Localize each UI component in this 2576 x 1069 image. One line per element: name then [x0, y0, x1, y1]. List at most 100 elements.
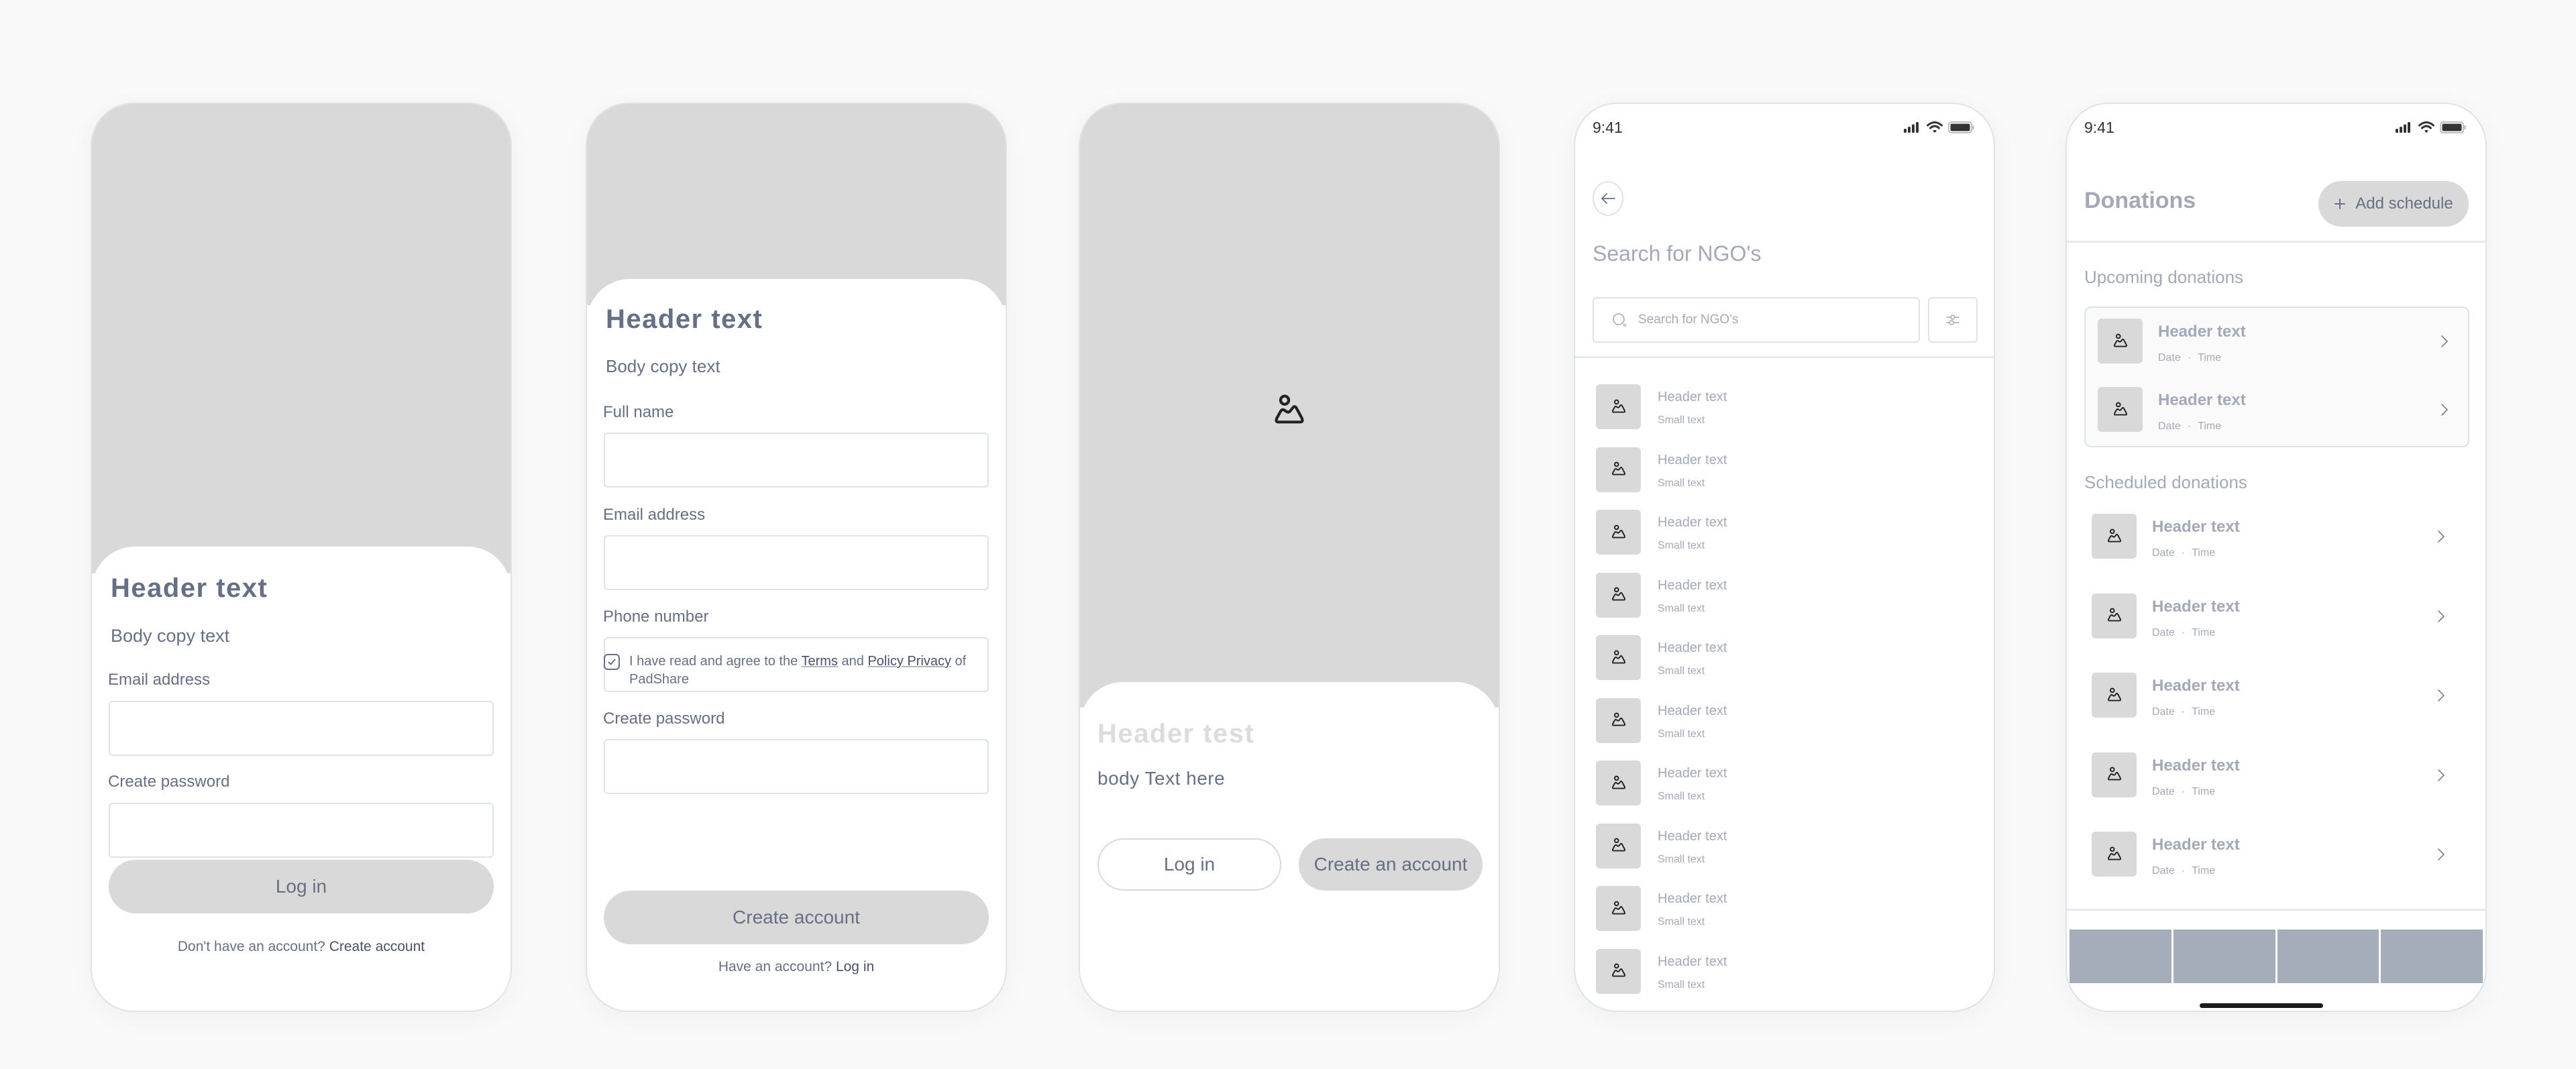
ngo-list-item[interactable]: Header text Small text — [1596, 384, 1727, 447]
nav-tab-4[interactable] — [2381, 930, 2483, 983]
donation-list-item[interactable]: Header text Date · Time — [2092, 593, 2446, 639]
terms-and: and — [841, 654, 864, 669]
header-title: Header test — [1097, 719, 1255, 748]
ngo-title: Header text — [1658, 452, 1727, 467]
donation-list-item[interactable]: Header text Date · Time — [2092, 514, 2446, 559]
ngo-list-item[interactable]: Header text Small text — [1596, 635, 1727, 698]
donation-list-item[interactable]: Header text Date · Time — [2092, 673, 2446, 718]
privacy-policy-link[interactable]: Policy Privacy — [867, 654, 951, 669]
image-icon — [2106, 846, 2123, 863]
status-time: 9:41 — [1593, 119, 1623, 136]
donation-date: Date — [2152, 865, 2175, 877]
ngo-list-item[interactable]: Header text Small text — [1596, 948, 1727, 1011]
filter-sliders-icon — [1946, 315, 1960, 325]
chevron — [2440, 402, 2449, 421]
ngo-list-item[interactable]: Header text Small text — [1596, 510, 1727, 573]
ngo-text: Header text Small text — [1658, 635, 1727, 677]
image-icon — [2112, 401, 2129, 418]
ngo-list-item[interactable]: Header text Small text — [1596, 572, 1727, 636]
login-button[interactable]: Log in — [1097, 838, 1281, 891]
back-button[interactable] — [1593, 181, 1623, 216]
separator: · — [2187, 352, 2192, 363]
create-account-button[interactable]: Create account — [604, 891, 989, 944]
nav-divider — [2067, 909, 2485, 911]
add-schedule-button[interactable]: Add schedule — [2318, 181, 2469, 227]
ngo-thumbnail — [1596, 510, 1641, 555]
donation-meta: Date · Time — [2152, 706, 2240, 718]
separator: · — [2181, 626, 2186, 638]
ngo-thumbnail — [1596, 384, 1641, 429]
signal-icon — [2396, 122, 2410, 133]
email-field[interactable] — [604, 535, 989, 590]
full-name-label: Full name — [603, 403, 674, 421]
ngo-list-item[interactable]: Header text Small text — [1596, 697, 1727, 761]
donation-title: Header text — [2152, 756, 2240, 775]
donation-list-item[interactable]: Header text Date · Time — [2092, 752, 2446, 798]
image-icon — [1610, 586, 1627, 604]
status-bar: 9:41 — [1575, 117, 1994, 147]
login-link[interactable]: Log in — [836, 959, 874, 974]
donation-text: Header text Date · Time — [2158, 387, 2246, 433]
chevron-right-icon — [2438, 610, 2445, 622]
donation-date: Date — [2152, 706, 2175, 718]
separator: · — [2181, 706, 2186, 718]
ngo-list-item[interactable]: Header text Small text — [1596, 761, 1727, 824]
ngo-list-item[interactable]: Header text Small text — [1596, 886, 1727, 949]
ngo-subtitle: Small text — [1658, 540, 1705, 551]
donation-title: Header text — [2152, 518, 2240, 536]
donation-list-item[interactable]: Header text Date · Time — [2092, 832, 2446, 877]
header-divider — [2067, 241, 2485, 243]
search-bar[interactable] — [1593, 297, 1920, 343]
ngo-thumbnail — [1596, 948, 1641, 994]
create-account-button[interactable]: Create an account — [1299, 838, 1483, 891]
donation-date: Date — [2158, 352, 2181, 363]
donation-list-item[interactable]: Header text Date · Time — [2098, 387, 2449, 433]
chevron-right-icon — [2441, 335, 2448, 347]
signal-icon — [1904, 122, 1919, 133]
donation-title: Header text — [2158, 391, 2246, 409]
ngo-list-item[interactable]: Header text Small text — [1596, 447, 1727, 510]
filter-button[interactable] — [1928, 297, 1978, 343]
search-input[interactable] — [1638, 313, 1893, 327]
password-field[interactable] — [109, 803, 494, 858]
image-icon — [1610, 962, 1627, 980]
create-account-link[interactable]: Create account — [329, 939, 425, 954]
nav-tab-1[interactable] — [2070, 930, 2171, 983]
chevron — [2436, 608, 2446, 628]
ngo-text: Header text Small text — [1658, 949, 1727, 991]
login-button[interactable]: Log in — [109, 860, 494, 913]
donation-text: Header text Date · Time — [2152, 673, 2240, 718]
ngo-subtitle: Small text — [1658, 916, 1705, 927]
terms-link[interactable]: Terms — [802, 654, 838, 669]
add-schedule-label: Add schedule — [2355, 194, 2453, 213]
ngo-title: Header text — [1658, 891, 1727, 906]
ngo-thumbnail — [1596, 572, 1641, 618]
chevron-right-icon — [2441, 404, 2448, 416]
separator: · — [2181, 547, 2186, 559]
ngo-list-item[interactable]: Header text Small text — [1596, 823, 1727, 887]
donation-date: Date — [2158, 420, 2181, 432]
image-icon — [1610, 900, 1627, 917]
wifi-icon — [2418, 121, 2434, 133]
chevron — [2440, 333, 2449, 353]
body-copy: Body copy text — [606, 356, 720, 376]
image-icon — [2106, 607, 2123, 624]
terms-checkbox[interactable] — [604, 654, 620, 670]
email-field[interactable] — [109, 701, 494, 756]
hero-image-placeholder — [1080, 104, 1499, 708]
password-field[interactable] — [604, 739, 989, 794]
donation-list-item[interactable]: Header text Date · Time — [2098, 319, 2449, 364]
nav-tab-2[interactable] — [2173, 930, 2275, 983]
image-icon — [1610, 649, 1627, 667]
donations-screen: 9:41 Donations Add schedule Upcoming don… — [2065, 103, 2487, 1012]
welcome-screen: Header test body Text here Log in Create… — [1079, 103, 1500, 1012]
full-name-field[interactable] — [604, 433, 989, 488]
ngo-title: Header text — [1658, 515, 1727, 530]
donation-meta: Date · Time — [2152, 786, 2240, 798]
donation-text: Header text Date · Time — [2152, 594, 2240, 639]
nav-tab-3[interactable] — [2277, 930, 2379, 983]
donation-title: Header text — [2152, 677, 2240, 695]
page-title: Search for NGO's — [1593, 241, 1762, 266]
terms-text: I have read and agree to the Terms and P… — [629, 653, 989, 689]
password-label: Create password — [603, 710, 725, 728]
